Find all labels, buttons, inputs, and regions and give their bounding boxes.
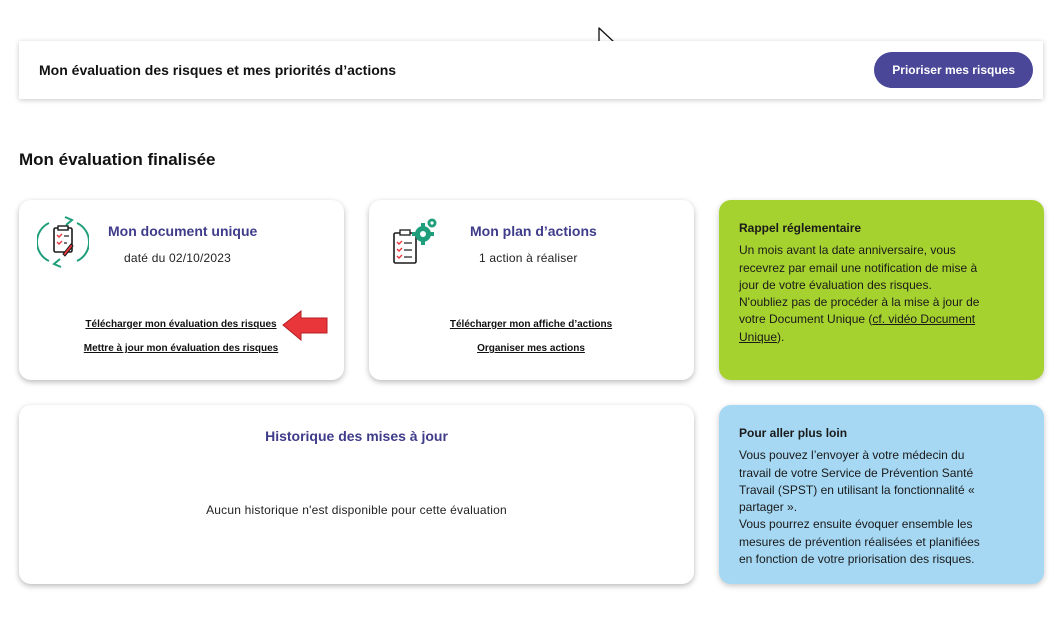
red-arrow-icon [282, 309, 328, 342]
further-line: partager ». [739, 500, 798, 515]
video-link-text: cf. vidéo Document [872, 312, 976, 327]
further-text: Vous pouvez l’envoyer à votre médecin du… [739, 447, 1024, 568]
document-refresh-icon [37, 216, 89, 268]
reminder-text: Un mois avant la date anniversaire, vous… [739, 242, 1024, 346]
reminder-line: jour de votre évaluation des risques. [739, 277, 932, 292]
action-plan-gears-icon [393, 218, 437, 264]
action-count: 1 action à réaliser [479, 251, 578, 265]
update-evaluation-link[interactable]: Mettre à jour mon évaluation des risques [84, 343, 279, 354]
history-card: Historique des mises à jour Aucun histor… [19, 405, 694, 584]
reminder-suffix: ). [777, 329, 785, 344]
video-link-text: Unique [739, 329, 778, 344]
action-plan-card: Mon plan d’actions 1 action à réaliser T… [369, 200, 694, 380]
further-line: Vous pourrez ensuite évoquer ensemble le… [739, 517, 973, 532]
further-title: Pour aller plus loin [739, 426, 848, 440]
regulatory-reminder-card: Rappel réglementaire Un mois avant la da… [719, 200, 1044, 380]
reminder-line: recevrez par email une notification de m… [739, 260, 978, 275]
reminder-line: votre Document Unique ( [739, 312, 873, 327]
further-info-card: Pour aller plus loin Vous pouvez l’envoy… [719, 405, 1044, 584]
history-title: Historique des mises à jour [265, 428, 448, 444]
document-date: daté du 02/10/2023 [124, 251, 232, 265]
download-action-poster-link[interactable]: Télécharger mon affiche d’actions [450, 319, 612, 330]
reminder-title: Rappel réglementaire [739, 221, 862, 235]
header-title: Mon évaluation des risques et mes priori… [39, 62, 397, 78]
prioritize-risks-button[interactable]: Prioriser mes risques [874, 52, 1033, 88]
further-line: travail de votre Service de Prévention S… [739, 465, 974, 480]
action-plan-title: Mon plan d’actions [470, 223, 597, 239]
reminder-line: Un mois avant la date anniversaire, vous [739, 243, 956, 258]
further-line: en fonction de votre priorisation des ri… [739, 552, 975, 567]
further-line: Vous pouvez l’envoyer à votre médecin du [739, 448, 965, 463]
section-title: Mon évaluation finalisée [19, 150, 216, 169]
further-line: Travail (SPST) en utilisant la fonctionn… [739, 482, 975, 497]
organize-actions-link[interactable]: Organiser mes actions [477, 343, 585, 354]
document-unique-title: Mon document unique [108, 223, 258, 239]
history-empty-text: Aucun historique n'est disponible pour c… [206, 503, 507, 517]
document-unique-card: Mon document unique daté du 02/10/2023 T… [19, 200, 344, 380]
download-evaluation-link[interactable]: Télécharger mon évaluation des risques [85, 319, 276, 330]
reminder-line: N'oubliez pas de procéder à la mise à jo… [739, 295, 980, 310]
risk-evaluation-header: Mon évaluation des risques et mes priori… [19, 41, 1043, 99]
further-line: mesures de prévention réalisées et plani… [739, 534, 980, 549]
